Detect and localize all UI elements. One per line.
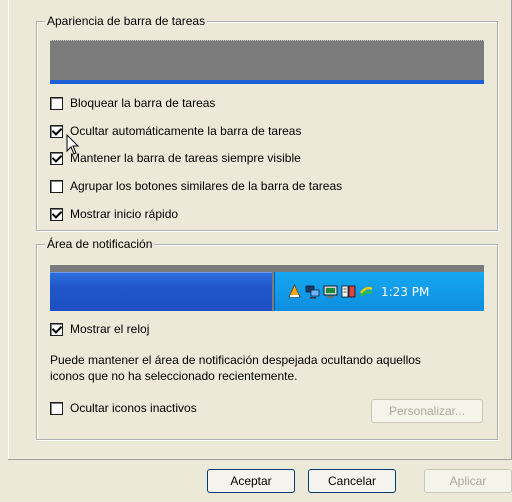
tray-clock: 1:23 PM xyxy=(381,284,430,299)
mouse-pointer-icon xyxy=(66,133,80,159)
tab-page-bottom-edge xyxy=(8,459,512,460)
quick-launch-checkbox[interactable] xyxy=(50,207,63,221)
notification-preview-image: 1:23 PM xyxy=(50,265,484,311)
network-icon xyxy=(305,284,320,299)
monitor-icon xyxy=(323,284,338,299)
book-icon xyxy=(341,284,356,299)
taskbar-properties-page: Apariencia de barra de tareas Bloquear l… xyxy=(0,0,512,502)
group-buttons-option[interactable]: Agrupar los botones similares de la barr… xyxy=(50,178,342,194)
group-buttons-label: Agrupar los botones similares de la barr… xyxy=(70,179,343,193)
notification-preview-taskbar xyxy=(50,272,272,311)
tab-page-left-edge xyxy=(8,0,9,460)
notification-area-title: Área de notificación xyxy=(45,237,155,251)
apply-button[interactable]: Aplicar xyxy=(424,469,512,493)
hide-inactive-checkbox[interactable] xyxy=(50,401,63,415)
customize-button[interactable]: Personalizar... xyxy=(371,399,483,423)
quick-launch-option[interactable]: Mostrar inicio rápido xyxy=(50,206,178,222)
lock-taskbar-option[interactable]: Bloquear la barra de tareas xyxy=(50,95,215,111)
notification-description-line-1: Puede mantener el área de notificación d… xyxy=(50,353,421,367)
cancel-button[interactable]: Cancelar xyxy=(308,469,396,493)
ok-button[interactable]: Aceptar xyxy=(207,469,295,493)
autohide-taskbar-checkbox[interactable] xyxy=(50,124,63,138)
keep-on-top-option[interactable]: Mantener la barra de tareas siempre visi… xyxy=(50,150,301,166)
show-clock-checkbox[interactable] xyxy=(50,322,63,336)
show-clock-option[interactable]: Mostrar el reloj xyxy=(50,321,149,337)
autohide-taskbar-option[interactable]: Ocultar automáticamente la barra de tare… xyxy=(50,123,301,139)
quick-launch-label: Mostrar inicio rápido xyxy=(70,207,179,221)
vlc-icon xyxy=(287,284,302,299)
lock-taskbar-label: Bloquear la barra de tareas xyxy=(70,96,216,110)
taskbar-preview-image xyxy=(50,40,484,84)
updates-icon xyxy=(359,284,374,299)
keep-on-top-checkbox[interactable] xyxy=(50,151,63,165)
notification-preview-tray: 1:23 PM xyxy=(274,272,484,311)
taskbar-preview-top-border xyxy=(50,40,484,42)
autohide-taskbar-label: Ocultar automáticamente la barra de tare… xyxy=(70,124,302,138)
hide-inactive-option[interactable]: Ocultar iconos inactivos xyxy=(50,400,197,416)
taskbar-appearance-title: Apariencia de barra de tareas xyxy=(45,14,208,28)
group-buttons-checkbox[interactable] xyxy=(50,179,63,193)
keep-on-top-label: Mantener la barra de tareas siempre visi… xyxy=(70,151,301,165)
lock-taskbar-checkbox[interactable] xyxy=(50,96,63,110)
hide-inactive-label: Ocultar iconos inactivos xyxy=(70,401,197,415)
notification-description-line-2: iconos que no ha seleccionado recienteme… xyxy=(50,369,298,383)
show-clock-label: Mostrar el reloj xyxy=(70,322,150,336)
